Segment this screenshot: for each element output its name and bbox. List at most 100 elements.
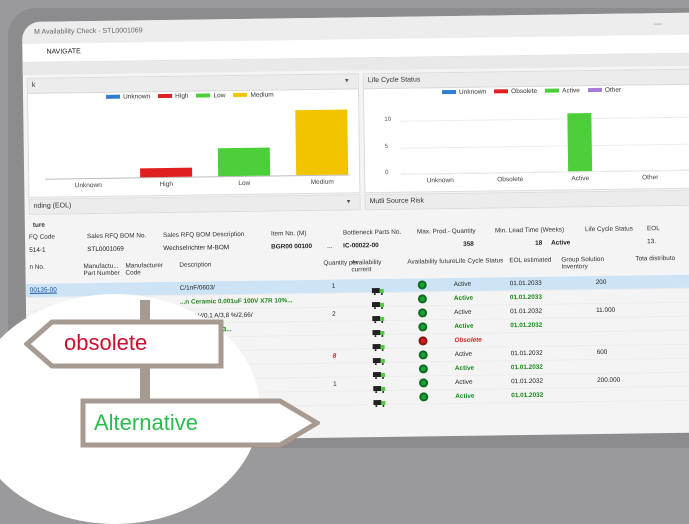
lifecycle-status-cell: Active: [454, 322, 474, 330]
column-header[interactable]: EOL estimated: [509, 257, 559, 265]
legend-label: Obsolete: [511, 87, 538, 96]
truck-icon: [373, 394, 387, 408]
status-green-icon: [419, 378, 429, 388]
form-value[interactable]: 18: [535, 240, 542, 247]
lifecycle-status-cell: Active: [455, 392, 475, 400]
eol-panel-header: nding (EOL) ▼: [29, 195, 360, 214]
gridline: [400, 116, 689, 122]
source-panel[interactable]: Mutli Source Risk: [364, 189, 689, 211]
signpost-graphic: obsolete Alternative: [0, 280, 340, 524]
minimize-button[interactable]: —: [654, 13, 662, 35]
lifecycle-panel-header[interactable]: Life Cycle Status: [363, 69, 689, 90]
eol-panel-title: nding (EOL): [33, 202, 72, 210]
status-green-icon: [418, 308, 428, 318]
truck-icon: [372, 366, 387, 380]
lifecycle-status-cell: Obsolete: [454, 336, 482, 344]
status-green-icon: [418, 322, 428, 332]
bar-medium: [295, 109, 349, 176]
column-header[interactable]: Manufacturer Code: [125, 262, 175, 277]
status-green-icon: [417, 280, 427, 290]
column-header[interactable]: n No.: [29, 263, 79, 271]
source-panel-title: Mutli Source Risk: [369, 197, 425, 206]
form-label: Max. Prod.- Quantity: [416, 227, 476, 236]
status-red-icon: [418, 336, 428, 346]
chart-legend: Unknown High Low Medium: [98, 91, 274, 101]
status-green-icon: [418, 364, 428, 374]
column-header[interactable]: Group Solution Inventory: [561, 256, 611, 271]
inventory-cell: 200: [595, 278, 607, 287]
eol-cell: 01.01.2032: [510, 321, 543, 330]
truck-icon: [372, 352, 387, 366]
eol-cell: 01.01.2033: [509, 279, 542, 288]
column-header[interactable]: Life Cycle Status: [455, 257, 505, 265]
chevron-down-icon[interactable]: ▼: [344, 74, 350, 88]
source-panel-header: Mutli Source Risk: [365, 190, 689, 210]
gridline: [400, 143, 689, 149]
form-value[interactable]: IC-00022-00: [343, 242, 379, 249]
column-header[interactable]: Availability current: [351, 259, 401, 273]
y-tick-label: 5: [384, 143, 389, 150]
form-label: Item No. (M): [270, 230, 307, 238]
form-value[interactable]: 358: [463, 241, 474, 248]
bar-active: [567, 112, 593, 172]
lifecycle-panel-title: Life Cycle Status: [367, 76, 421, 85]
category-label: Unknown: [426, 176, 454, 185]
inventory-cell: 200.000: [597, 376, 621, 385]
form-value[interactable]: STL0001069: [87, 246, 124, 254]
bar-low: [217, 147, 271, 177]
column-header[interactable]: Tota distributo: [635, 255, 685, 263]
form-label: EOL: [646, 225, 660, 233]
legend-label: Unknown: [458, 88, 487, 96]
menu-navigate[interactable]: NAVIGATE: [46, 48, 80, 55]
form-value[interactable]: 514-1: [29, 247, 45, 254]
alternative-sign-label: Alternative: [94, 410, 198, 435]
form-value[interactable]: BGR00 00100: [271, 243, 312, 251]
legend-label: Medium: [250, 91, 274, 99]
legend-swatch: [196, 93, 211, 98]
lifecycle-status-cell: Active: [454, 308, 472, 316]
form-label: Bottleneck Parts No.: [342, 228, 402, 237]
legend-label: Active: [562, 87, 580, 95]
legend-swatch: [233, 92, 248, 97]
category-label: Other: [642, 174, 659, 182]
section-title: ture: [32, 221, 45, 229]
legend-swatch: [587, 87, 602, 92]
lifecycle-status-cell: Active: [454, 350, 473, 358]
truck-icon: [372, 338, 386, 352]
truck-icon: [371, 282, 386, 296]
column-header[interactable]: Manufactu... Part Number: [83, 263, 125, 277]
eol-cell: 01.01.2033: [509, 293, 542, 302]
form-value[interactable]: Wechselrichter M-BOM: [163, 244, 229, 252]
category-label: High: [159, 180, 174, 189]
chevron-down-icon[interactable]: ▼: [346, 195, 352, 209]
window-title: M Availability Check - STL0001069: [34, 27, 143, 36]
lifecycle-status-cell: Active: [455, 378, 473, 386]
form-label: Sales RFQ BOM No.: [86, 232, 147, 241]
eol-cell: 01.01.2032: [510, 349, 543, 358]
eol-panel[interactable]: nding (EOL) ▼: [28, 194, 361, 215]
y-tick-label: 10: [384, 116, 392, 124]
form-label: Life Cycle Status: [584, 225, 633, 234]
form-value[interactable]: Active: [551, 239, 570, 246]
category-label: Medium: [310, 178, 334, 186]
chart-legend: Unknown Obsolete Active Other: [434, 87, 621, 97]
legend-swatch: [158, 93, 173, 98]
status-green-icon: [417, 294, 427, 304]
risk-panel-header[interactable]: k ▼: [27, 74, 358, 94]
inventory-cell: 11.000: [596, 306, 616, 315]
column-header[interactable]: Availability future: [407, 258, 457, 266]
form-label: Sales RFQ BOM Description: [162, 230, 245, 240]
truck-icon: [371, 296, 386, 310]
lifecycle-status-cell: Active: [454, 364, 475, 372]
column-header[interactable]: Description: [179, 261, 229, 268]
risk-panel-title: k: [31, 81, 36, 89]
legend-label: High: [175, 92, 189, 100]
inventory-cell: 600: [596, 348, 608, 357]
form-value[interactable]: ...: [327, 243, 332, 250]
lifecycle-status-cell: Active: [453, 280, 472, 288]
legend-swatch: [494, 89, 509, 94]
form-value[interactable]: 13.: [647, 238, 656, 245]
status-green-icon: [419, 392, 429, 402]
legend-label: Other: [604, 86, 622, 94]
category-label: Unknown: [74, 181, 102, 190]
